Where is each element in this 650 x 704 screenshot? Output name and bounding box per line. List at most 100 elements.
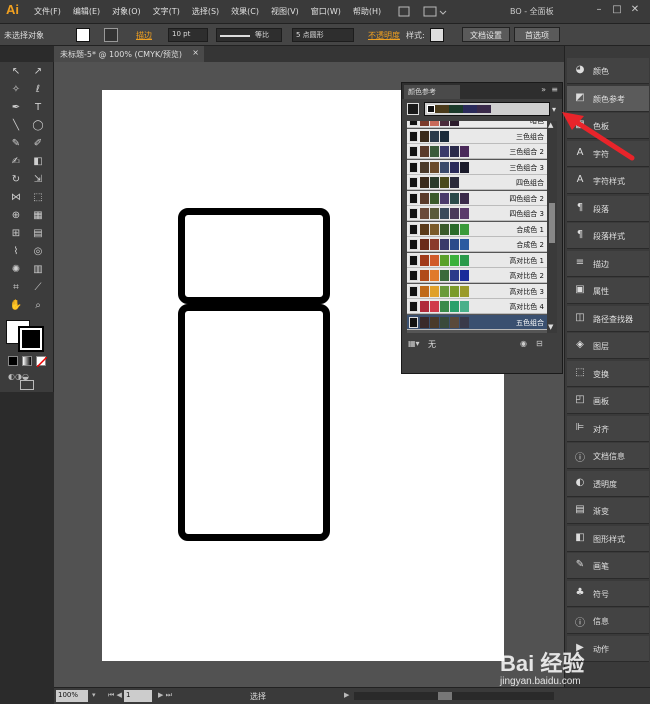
- menu-file[interactable]: 文件(F): [34, 6, 61, 17]
- free-transform-tool-icon[interactable]: ⬚: [28, 192, 48, 210]
- harmony-row[interactable]: 高对比色 1: [407, 252, 547, 268]
- perspective-grid-tool-icon[interactable]: ▦: [28, 210, 48, 228]
- menu-select[interactable]: 选择(S): [192, 6, 219, 17]
- minimize-button[interactable]: –: [590, 4, 608, 15]
- gradient-mode-icon[interactable]: [22, 356, 32, 366]
- harmony-row[interactable]: 合成色 1: [407, 221, 547, 237]
- slice-tool-icon[interactable]: ⟋: [28, 282, 48, 300]
- harmony-row[interactable]: 高对比色 4: [407, 299, 547, 314]
- save-group-icon[interactable]: ⊟: [536, 339, 543, 348]
- line-tool-icon[interactable]: ╲: [6, 120, 26, 138]
- color-guide-tab[interactable]: 颜色参考: [404, 85, 460, 99]
- harmony-row[interactable]: 四色组合 2: [407, 190, 547, 206]
- harmony-row[interactable]: 五色组合: [407, 314, 547, 330]
- menu-effect[interactable]: 效果(C): [231, 6, 259, 17]
- pencil-tool-icon[interactable]: ✐: [28, 138, 48, 156]
- color-mode-icon[interactable]: [8, 356, 18, 366]
- dock-item[interactable]: ▤ 渐变: [567, 498, 649, 524]
- scale-tool-icon[interactable]: ⇲: [28, 174, 48, 192]
- harmony-rule-dropdown[interactable]: [424, 102, 550, 116]
- scrollbar-thumb[interactable]: [549, 203, 555, 243]
- dock-item[interactable]: ⊫ 对齐: [567, 415, 649, 442]
- menu-edit[interactable]: 编辑(E): [73, 6, 100, 17]
- lasso-tool-icon[interactable]: ℓ: [28, 84, 48, 102]
- zoom-field[interactable]: 100%: [56, 690, 88, 702]
- dock-item[interactable]: ¶ 段落样式: [567, 223, 649, 249]
- harmony-row[interactable]: 高对比色 2: [407, 268, 547, 283]
- magic-wand-tool-icon[interactable]: ✧: [6, 84, 26, 102]
- dock-item[interactable]: ◧ 图形样式: [567, 525, 649, 552]
- rotate-tool-icon[interactable]: ↻: [6, 174, 26, 192]
- preferences-button[interactable]: 首选项: [514, 27, 560, 42]
- dock-item[interactable]: ⓘ 信息: [567, 608, 649, 634]
- artboard-number-field[interactable]: 1: [124, 690, 152, 702]
- harmony-row[interactable]: 四色组合 3: [407, 206, 547, 221]
- stroke-color-icon[interactable]: [18, 326, 44, 352]
- dock-item[interactable]: ◕ 颜色: [567, 58, 649, 84]
- workspace-switcher[interactable]: BO - 全面板: [510, 6, 554, 17]
- symbol-sprayer-tool-icon[interactable]: ✺: [6, 264, 26, 282]
- dock-item[interactable]: ≡ 描边: [567, 250, 649, 277]
- type-tool-icon[interactable]: T: [28, 102, 48, 120]
- paintbrush-tool-icon[interactable]: ✎: [6, 138, 26, 156]
- dock-item[interactable]: ⓘ 文档信息: [567, 443, 649, 469]
- bridge-icons[interactable]: [398, 5, 448, 19]
- eyedropper-tool-icon[interactable]: ⌇: [6, 246, 26, 264]
- style-swatch[interactable]: [430, 28, 444, 42]
- dock-item[interactable]: ♣ 符号: [567, 580, 649, 607]
- dock-item[interactable]: ▣ 属性: [567, 278, 649, 304]
- opacity-label[interactable]: 不透明度: [368, 30, 400, 41]
- zoom-dropdown-icon[interactable]: ▾: [92, 691, 96, 699]
- harmony-row[interactable]: 暗色: [407, 121, 547, 128]
- harmony-dropdown-icon[interactable]: ▾: [552, 105, 556, 114]
- harmony-row[interactable]: 高对比色 3: [407, 283, 547, 299]
- status-menu-icon[interactable]: ▶: [344, 691, 349, 699]
- graph-tool-icon[interactable]: ▥: [28, 264, 48, 282]
- dock-item[interactable]: A 字符样式: [567, 168, 649, 194]
- harmony-list[interactable]: 暗色 三色组合 三色组合 2 三色组合 3 四色组合 四色组合 2 四色组合 3 合成色 1 合…: [407, 121, 547, 333]
- mesh-tool-icon[interactable]: ⊞: [6, 228, 26, 246]
- color-guide-titlebar[interactable]: 颜色参考 » ≡: [402, 83, 562, 99]
- list-scrollbar[interactable]: ▲ ▼: [547, 121, 557, 333]
- gradient-tool-icon[interactable]: ▤: [28, 228, 48, 246]
- document-setup-button[interactable]: 文档设置: [462, 27, 510, 42]
- blob-brush-tool-icon[interactable]: ✍: [6, 156, 26, 174]
- stroke-weight-field[interactable]: 10 pt: [168, 28, 208, 42]
- stroke-swatch[interactable]: [104, 28, 118, 42]
- document-tab[interactable]: 未标题-5* @ 100% (CMYK/预览) ×: [54, 46, 204, 62]
- artboard-nav-icons[interactable]: ⏮ ◀: [108, 691, 122, 700]
- menu-object[interactable]: 对象(O): [112, 6, 141, 17]
- none-mode-icon[interactable]: [36, 356, 47, 367]
- menu-type[interactable]: 文字(T): [153, 6, 180, 17]
- blend-tool-icon[interactable]: ◎: [28, 246, 48, 264]
- collapse-icon[interactable]: »: [541, 85, 546, 94]
- base-color-swatch[interactable]: [407, 103, 419, 115]
- fridge-top-compartment[interactable]: [178, 208, 330, 304]
- ellipse-tool-icon[interactable]: ◯: [28, 120, 48, 138]
- tab-close-icon[interactable]: ×: [192, 48, 199, 57]
- stroke-label[interactable]: 描边: [136, 30, 152, 41]
- artboard-nav-next-icons[interactable]: ▶ ⏭: [158, 691, 172, 700]
- scroll-down-icon[interactable]: ▼: [548, 323, 553, 331]
- harmony-row[interactable]: 三色组合 2: [407, 144, 547, 159]
- edit-colors-icon[interactable]: ◉: [520, 339, 527, 348]
- artboard-tool-icon[interactable]: ⌗: [6, 282, 26, 300]
- close-button[interactable]: ✕: [626, 4, 644, 15]
- dock-item[interactable]: ◩ 颜色参考: [567, 85, 649, 112]
- dock-item[interactable]: ✎ 画笔: [567, 553, 649, 579]
- dock-item[interactable]: ◫ 路径查找器: [567, 305, 649, 332]
- fill-swatch[interactable]: [76, 28, 90, 42]
- dock-item[interactable]: ◈ 图层: [567, 333, 649, 359]
- maximize-button[interactable]: □: [608, 4, 626, 15]
- harmony-row[interactable]: 三色组合 3: [407, 159, 547, 175]
- brush-field[interactable]: 5 点圆形: [292, 28, 354, 42]
- scrollbar-thumb[interactable]: [438, 692, 452, 700]
- width-tool-icon[interactable]: ⋈: [6, 192, 26, 210]
- harmony-row[interactable]: 合成色 2: [407, 237, 547, 252]
- dock-item[interactable]: ⬚ 变换: [567, 360, 649, 387]
- dock-item[interactable]: ◰ 画板: [567, 388, 649, 414]
- eraser-tool-icon[interactable]: ◧: [28, 156, 48, 174]
- dock-item[interactable]: ◐ 透明度: [567, 470, 649, 497]
- panel-menu-icon[interactable]: ≡: [551, 85, 558, 94]
- harmony-row[interactable]: 四色组合: [407, 175, 547, 190]
